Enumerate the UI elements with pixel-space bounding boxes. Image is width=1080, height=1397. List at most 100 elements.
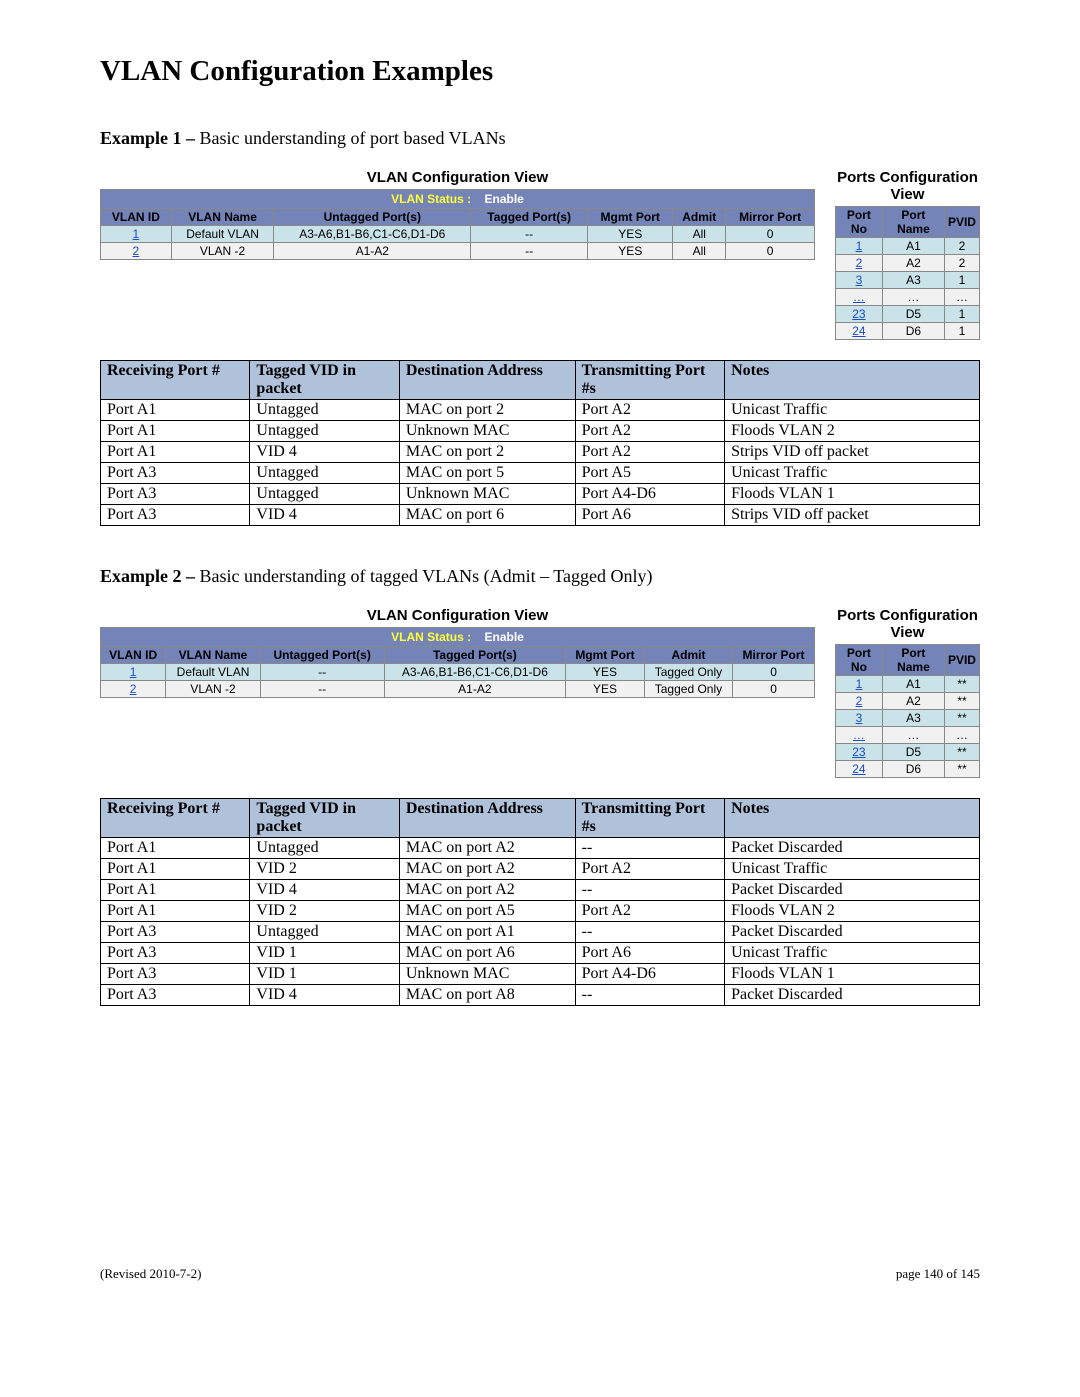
- cell: 0: [733, 664, 815, 681]
- vlan-id-link[interactable]: 2: [130, 682, 137, 696]
- port-no-link[interactable]: …: [853, 290, 865, 304]
- table-row: 3A31: [836, 272, 980, 289]
- col-vlan-id: VLAN ID: [101, 209, 172, 226]
- port-no-link[interactable]: 1: [856, 677, 863, 691]
- cell: Untagged: [250, 421, 399, 442]
- cell: MAC on port A1: [399, 922, 575, 943]
- port-no-link[interactable]: 23: [852, 307, 865, 321]
- cell: --: [575, 880, 724, 901]
- cell: Port A1: [101, 901, 250, 922]
- cell: Packet Discarded: [725, 838, 980, 859]
- col-recv: Receiving Port #: [101, 799, 250, 838]
- footer-page: page 140 of 145: [896, 1266, 980, 1282]
- vlan-status-label: VLAN Status :: [391, 630, 471, 644]
- col-mgmt: Mgmt Port: [566, 647, 645, 664]
- table-row: Port A1VID 2MAC on port A5Port A2Floods …: [101, 901, 980, 922]
- example2-traffic-table: Receiving Port # Tagged VID in packet De…: [100, 798, 980, 1006]
- cell: Port A2: [575, 442, 724, 463]
- cell: 1: [944, 306, 979, 323]
- cell: …: [944, 289, 979, 306]
- cell: MAC on port A2: [399, 838, 575, 859]
- cell: 0: [726, 243, 815, 260]
- col-mgmt: Mgmt Port: [588, 209, 673, 226]
- port-no-link[interactable]: 2: [856, 694, 863, 708]
- col-notes: Notes: [725, 799, 980, 838]
- vlan-id-link[interactable]: 2: [133, 244, 140, 258]
- cell: MAC on port A8: [399, 985, 575, 1006]
- table-row: 23D5**: [836, 744, 980, 761]
- cell: Port A1: [101, 838, 250, 859]
- cell: Port A3: [101, 985, 250, 1006]
- table-row: Port A3VID 4MAC on port A8--Packet Disca…: [101, 985, 980, 1006]
- example2-section: VLAN Configuration View VLAN Status : En…: [100, 607, 980, 778]
- table-row: Port A1VID 4MAC on port 2Port A2Strips V…: [101, 442, 980, 463]
- port-no-link[interactable]: 24: [852, 324, 865, 338]
- cell: Port A3: [101, 964, 250, 985]
- cell: 0: [733, 681, 815, 698]
- table-row: 2 VLAN -2 A1-A2 -- YES All 0: [101, 243, 815, 260]
- cell: Tagged Only: [644, 681, 732, 698]
- table-header-row: VLAN ID VLAN Name Untagged Port(s) Tagge…: [101, 647, 815, 664]
- cell: MAC on port A2: [399, 859, 575, 880]
- port-no-link[interactable]: 24: [852, 762, 865, 776]
- col-port-no: Port No: [836, 645, 883, 676]
- col-admit: Admit: [673, 209, 726, 226]
- vlan-status-value: Enable: [485, 192, 524, 206]
- cell: Port A3: [101, 943, 250, 964]
- cell: **: [944, 761, 979, 778]
- cell: 2: [944, 238, 979, 255]
- cell: Port A1: [101, 442, 250, 463]
- example1-traffic-table: Receiving Port # Tagged VID in packet De…: [100, 360, 980, 526]
- table-row: Port A1VID 2MAC on port A2Port A2Unicast…: [101, 859, 980, 880]
- cell: --: [260, 664, 384, 681]
- col-mirror: Mirror Port: [726, 209, 815, 226]
- vlan-status-value: Enable: [485, 630, 524, 644]
- port-no-link[interactable]: …: [853, 728, 865, 742]
- cell: A2: [882, 255, 944, 272]
- cell: VID 1: [250, 943, 399, 964]
- vlan-id-link[interactable]: 1: [133, 227, 140, 241]
- col-tx: Transmitting Port #s: [575, 799, 724, 838]
- cell: A1-A2: [274, 243, 471, 260]
- cell: Strips VID off packet: [725, 442, 980, 463]
- cell: A3-A6,B1-B6,C1-C6,D1-D6: [384, 664, 566, 681]
- cell: Port A1: [101, 880, 250, 901]
- table-row: Port A3VID 4MAC on port 6Port A6Strips V…: [101, 505, 980, 526]
- cell: A1: [882, 238, 944, 255]
- example1-heading: Example 1 – Basic understanding of port …: [100, 128, 980, 149]
- cell: MAC on port 6: [399, 505, 575, 526]
- table-row: Port A3UntaggedMAC on port A1--Packet Di…: [101, 922, 980, 943]
- cell: Tagged Only: [644, 664, 732, 681]
- port-no-link[interactable]: 2: [856, 256, 863, 270]
- cell: …: [882, 289, 944, 306]
- cell: Floods VLAN 1: [725, 964, 980, 985]
- cell: Untagged: [250, 463, 399, 484]
- vlan-id-link[interactable]: 1: [130, 665, 137, 679]
- port-no-link[interactable]: 3: [856, 711, 863, 725]
- cell: YES: [588, 243, 673, 260]
- cell: Port A6: [575, 943, 724, 964]
- port-no-link[interactable]: 23: [852, 745, 865, 759]
- cell: YES: [566, 681, 645, 698]
- col-pvid: PVID: [944, 645, 979, 676]
- cell: Default VLAN: [166, 664, 261, 681]
- table-row: 2A2**: [836, 693, 980, 710]
- cell: VID 2: [250, 859, 399, 880]
- table-row: 24D6**: [836, 761, 980, 778]
- port-no-link[interactable]: 1: [856, 239, 863, 253]
- table-row: Port A3VID 1MAC on port A6Port A6Unicast…: [101, 943, 980, 964]
- col-vid: Tagged VID in packet: [250, 361, 399, 400]
- table-row: Port A1VID 4MAC on port A2--Packet Disca…: [101, 880, 980, 901]
- cell: D6: [882, 323, 944, 340]
- col-dest: Destination Address: [399, 361, 575, 400]
- page-footer: (Revised 2010-7-2) page 140 of 145: [100, 1266, 980, 1282]
- page-title: VLAN Configuration Examples: [100, 55, 980, 88]
- cell: A3: [882, 710, 944, 727]
- cell: VID 1: [250, 964, 399, 985]
- port-no-link[interactable]: 3: [856, 273, 863, 287]
- cell: Port A6: [575, 505, 724, 526]
- table-row: 2A22: [836, 255, 980, 272]
- cell: VID 4: [250, 442, 399, 463]
- cell: --: [575, 838, 724, 859]
- col-tx: Transmitting Port #s: [575, 361, 724, 400]
